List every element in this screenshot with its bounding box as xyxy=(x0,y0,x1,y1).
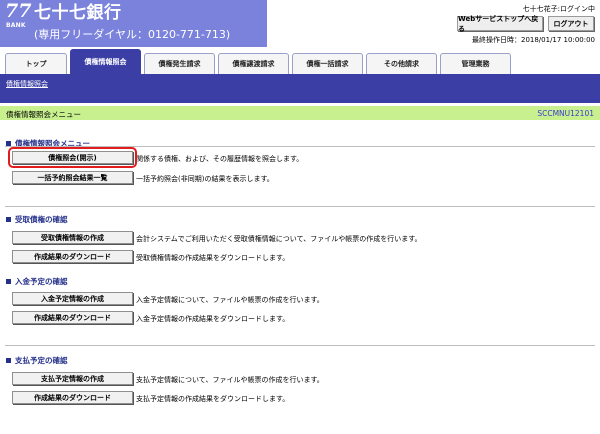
section-divider xyxy=(5,345,595,346)
bank-name: 七十七銀行 xyxy=(34,3,122,23)
section-heading-payment-schedule: 支払予定の確認 xyxy=(6,355,68,366)
section-heading-text: 支払予定の確認 xyxy=(15,356,68,365)
create-deposit-schedule-description: 入金予定情報について、ファイルや帳票の作成を行います。 xyxy=(136,296,324,304)
user-status: 七十七花子:ログイン中 xyxy=(522,5,595,13)
bank-phone: (専用フリーダイヤル：0120-771-713) xyxy=(34,28,231,41)
download-deposit-schedule-description: 入金予定情報の作成結果をダウンロードします。 xyxy=(136,315,290,323)
page-title-bar xyxy=(0,106,600,120)
download-received-claims-button[interactable]: 作成結果のダウンロード xyxy=(12,250,133,263)
tab-claim-inquiry[interactable]: 債権情報照会 xyxy=(70,49,141,74)
create-received-claims-description: 会計システムでご利用いただく受取債権情報について、ファイルや帳票の作成を行います… xyxy=(136,235,422,243)
brand-banner: 77 BANK 七十七銀行 (専用フリーダイヤル：0120-771-713) xyxy=(0,0,267,47)
create-deposit-schedule-button[interactable]: 入金予定情報の作成 xyxy=(12,292,133,305)
square-bullet-icon xyxy=(6,279,11,284)
bulk-reservation-results-button[interactable]: 一括予約照会結果一覧 xyxy=(12,171,133,184)
square-bullet-icon xyxy=(6,217,11,222)
create-received-claims-button[interactable]: 受取債権情報の作成 xyxy=(12,231,133,244)
screen-id: SCCMNU12101 xyxy=(537,109,594,118)
bank-logo-text: BANK xyxy=(6,22,26,29)
tab-administration[interactable]: 管理業務 xyxy=(440,53,511,74)
tab-other-requests[interactable]: その他請求 xyxy=(366,53,437,74)
tab-claim-transfer[interactable]: 債権譲渡請求 xyxy=(218,53,289,74)
bulk-reservation-description: 一括予約照会(非同期)の結果を表示します。 xyxy=(136,175,274,183)
section-heading-deposit-schedule: 入金予定の確認 xyxy=(6,276,68,287)
tab-claim-issuance[interactable]: 債権発生請求 xyxy=(144,53,215,74)
download-payment-schedule-button[interactable]: 作成結果のダウンロード xyxy=(12,391,133,404)
section-divider xyxy=(5,206,595,207)
section-heading-text: 受取債権の確認 xyxy=(15,215,68,224)
page-title: 債権情報照会メニュー xyxy=(6,110,81,119)
bank-logo-number: 77 xyxy=(5,0,32,22)
square-bullet-icon xyxy=(6,358,11,363)
tab-top[interactable]: トップ xyxy=(5,53,67,74)
web-service-top-button[interactable]: Webサービストップへ戻る xyxy=(457,15,543,33)
download-deposit-schedule-button[interactable]: 作成結果のダウンロード xyxy=(12,311,133,324)
tab-bulk-request[interactable]: 債権一括請求 xyxy=(292,53,363,74)
main-tabs: トップ 債権情報照会 債権発生請求 債権譲渡請求 債権一括請求 その他請求 管理… xyxy=(5,49,511,74)
download-payment-schedule-description: 支払予定情報の作成結果をダウンロードします。 xyxy=(136,395,290,403)
sub-nav-link-claim-inquiry[interactable]: 債権情報照会 xyxy=(6,79,48,89)
logout-button[interactable]: ログアウト xyxy=(548,16,594,31)
last-operation-time: 最終操作日時：2018/01/17 10:00:00 xyxy=(471,36,595,44)
section-heading-received-claims: 受取債権の確認 xyxy=(6,214,68,225)
sub-nav-bar xyxy=(0,74,600,103)
create-payment-schedule-button[interactable]: 支払予定情報の作成 xyxy=(12,372,133,385)
create-payment-schedule-description: 支払予定情報について、ファイルや帳票の作成を行います。 xyxy=(136,376,324,384)
section-heading-text: 入金予定の確認 xyxy=(15,277,68,286)
download-received-claims-description: 受取債権情報の作成結果をダウンロードします。 xyxy=(136,254,290,262)
claim-inquiry-description: 関係する債権、および、その履歴情報を照会します。 xyxy=(136,155,304,163)
highlight-frame xyxy=(8,147,137,168)
